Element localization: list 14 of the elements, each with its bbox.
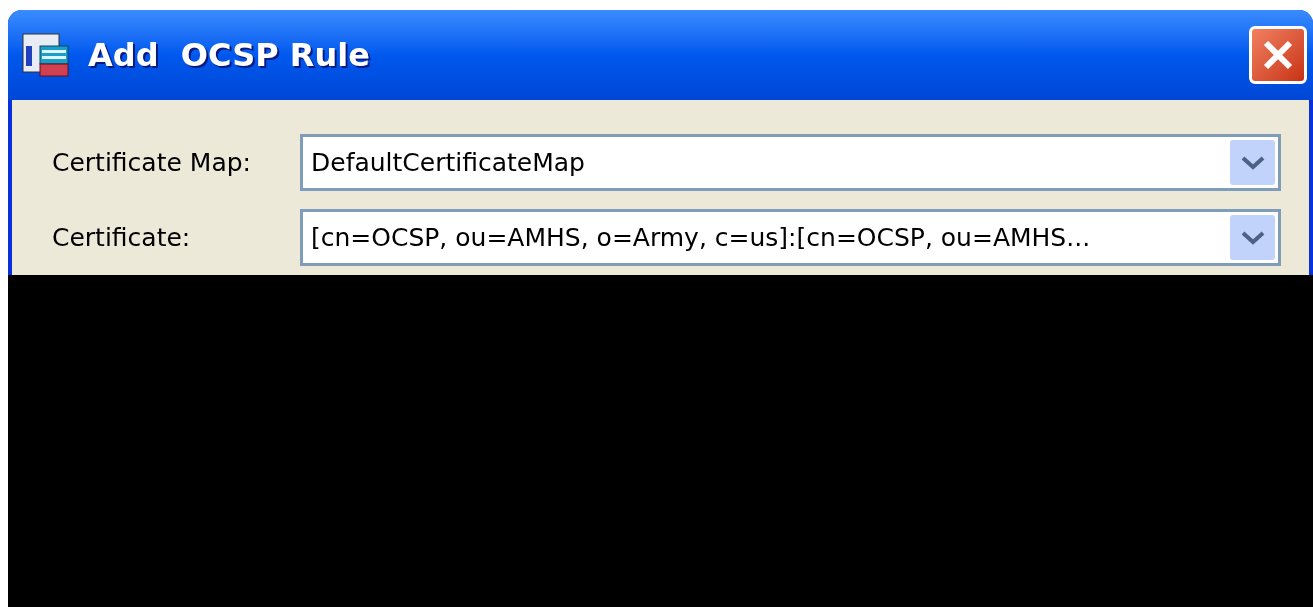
chevron-down-icon bbox=[1240, 155, 1265, 170]
dropdown[interactable]: [cn=OCSP, ou=AMHS, o=Army, c=us]:[cn=OCSP, ou=AMHS... bbox=[300, 209, 1281, 266]
close-icon bbox=[1262, 39, 1294, 71]
dropdown-value: DefaultCertificateMap bbox=[311, 146, 586, 179]
window-title: Add OCSP Rule bbox=[88, 35, 370, 76]
dropdown[interactable]: DefaultCertificateMap bbox=[300, 134, 1281, 191]
close-button[interactable] bbox=[1249, 26, 1307, 84]
dropdown-arrow-button[interactable] bbox=[1230, 140, 1275, 185]
dropdown-value: [cn=OCSP, ou=AMHS, o=Army, c=us]:[cn=OCSP, ou=AMHS... bbox=[311, 221, 1092, 254]
field-label: Certificate Map: bbox=[52, 146, 252, 179]
chevron-down-icon bbox=[1240, 230, 1265, 245]
dropdown-arrow-button[interactable] bbox=[1230, 215, 1275, 260]
field-label: Certificate: bbox=[52, 221, 192, 254]
app-icon bbox=[22, 32, 72, 78]
